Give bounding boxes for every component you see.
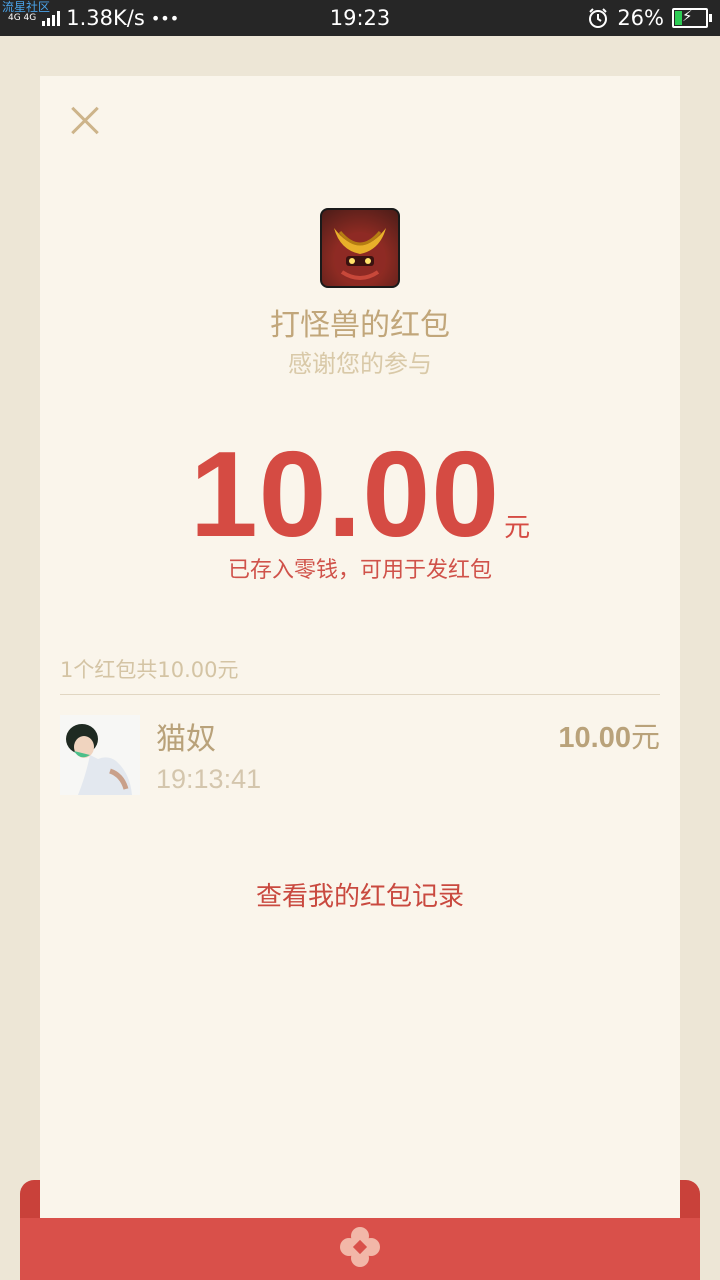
flower-seal-icon bbox=[340, 1227, 380, 1267]
sender-avatar bbox=[320, 208, 400, 288]
receiver-avatar-image bbox=[60, 715, 140, 795]
alarm-icon bbox=[589, 8, 608, 28]
amount-value: 10.00 bbox=[189, 426, 501, 562]
samurai-avatar-image bbox=[334, 228, 386, 284]
sender-title: 打怪兽的红包 bbox=[270, 308, 450, 343]
amount-display: 10.00 元 bbox=[0, 424, 720, 564]
status-bar: 流星社区 4G 4G 1.38K/s ••• 19:23 26% ⚡ bbox=[0, 0, 720, 36]
view-records-link[interactable]: 查看我的红包记录 bbox=[0, 876, 720, 913]
receiver-amount: 10.00元 bbox=[558, 714, 660, 756]
packet-summary: 1个红包共10.00元 bbox=[60, 658, 239, 682]
amount-unit: 元 bbox=[504, 513, 531, 543]
amount-note: 已存入零钱，可用于发红包 bbox=[227, 558, 492, 583]
list-item[interactable]: 猫奴 19:13:41 10.00元 bbox=[60, 714, 660, 798]
receiver-amount-value: 10.00 bbox=[558, 722, 631, 754]
receiver-time: 19:13:41 bbox=[156, 764, 262, 794]
status-right: 26% ⚡ bbox=[587, 6, 712, 30]
battery-icon: ⚡ bbox=[672, 7, 712, 28]
avatar[interactable] bbox=[60, 715, 140, 795]
divider bbox=[60, 694, 660, 695]
battery-percent: 26% bbox=[617, 6, 664, 30]
receiver-amount-unit: 元 bbox=[630, 720, 660, 754]
close-icon[interactable] bbox=[62, 98, 108, 144]
receiver-name: 猫奴 bbox=[156, 722, 216, 757]
greeting-text: 感谢您的参与 bbox=[288, 350, 432, 378]
